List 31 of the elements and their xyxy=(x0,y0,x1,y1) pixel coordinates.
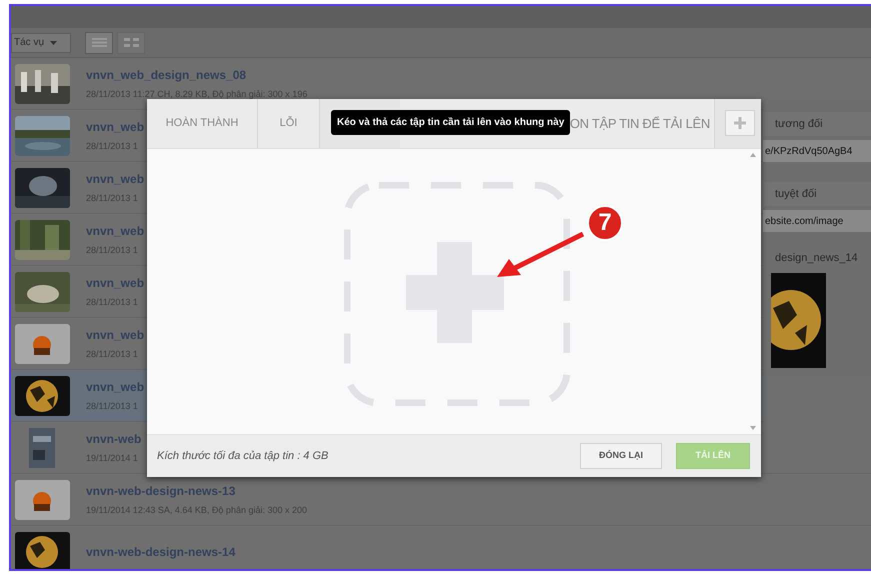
file-name: vnvn_web xyxy=(86,274,144,292)
field-label: tuyệt đối xyxy=(763,182,871,206)
file-meta: 28/11/2013 1 xyxy=(86,400,139,413)
close-button[interactable]: ĐÓNG LẠI xyxy=(580,443,662,469)
list-icon xyxy=(92,38,106,47)
actions-dropdown[interactable]: Tác vụ xyxy=(11,32,71,52)
drop-zone-drawing[interactable] xyxy=(344,182,570,406)
file-name: vnvn-web-design-news-13 xyxy=(86,482,236,500)
caret-icon xyxy=(50,40,58,44)
plus-icon xyxy=(734,117,746,129)
grid-view-button[interactable] xyxy=(117,32,145,54)
file-name: vnvn_web_design_news_08 xyxy=(86,66,248,84)
scroll-down-icon[interactable] xyxy=(750,426,756,430)
file-name: vnvn-web-design-news-14 xyxy=(86,544,236,560)
file-name: vnvn_web xyxy=(86,118,144,136)
size-limit-note: Kích thước tối đa của tập tin : 4 GB xyxy=(157,448,330,464)
file-name: vnvn-web xyxy=(86,430,142,448)
tab[interactable]: HOÀN THÀNH xyxy=(147,99,258,148)
file-name: vnvn_web xyxy=(86,170,144,188)
tooltip: Kéo và thả các tập tin cần tải lên vào khung này xyxy=(331,110,570,135)
scroll-up-icon[interactable] xyxy=(750,153,756,157)
file-name: design_news_14 xyxy=(774,251,859,266)
list-view-button[interactable] xyxy=(85,32,113,54)
file-name: vnvn_web xyxy=(86,222,144,240)
add-button[interactable] xyxy=(725,110,755,136)
absolute-path-field[interactable]: ebsite.com/image xyxy=(763,210,871,232)
grid-icon xyxy=(124,38,138,47)
field-label: tương đối xyxy=(763,112,871,136)
relative-path-field[interactable]: e/KPzRdVq50AgB4 xyxy=(763,140,871,162)
tab[interactable]: LỖI xyxy=(258,99,320,148)
file-name: vnvn_web xyxy=(86,326,144,344)
